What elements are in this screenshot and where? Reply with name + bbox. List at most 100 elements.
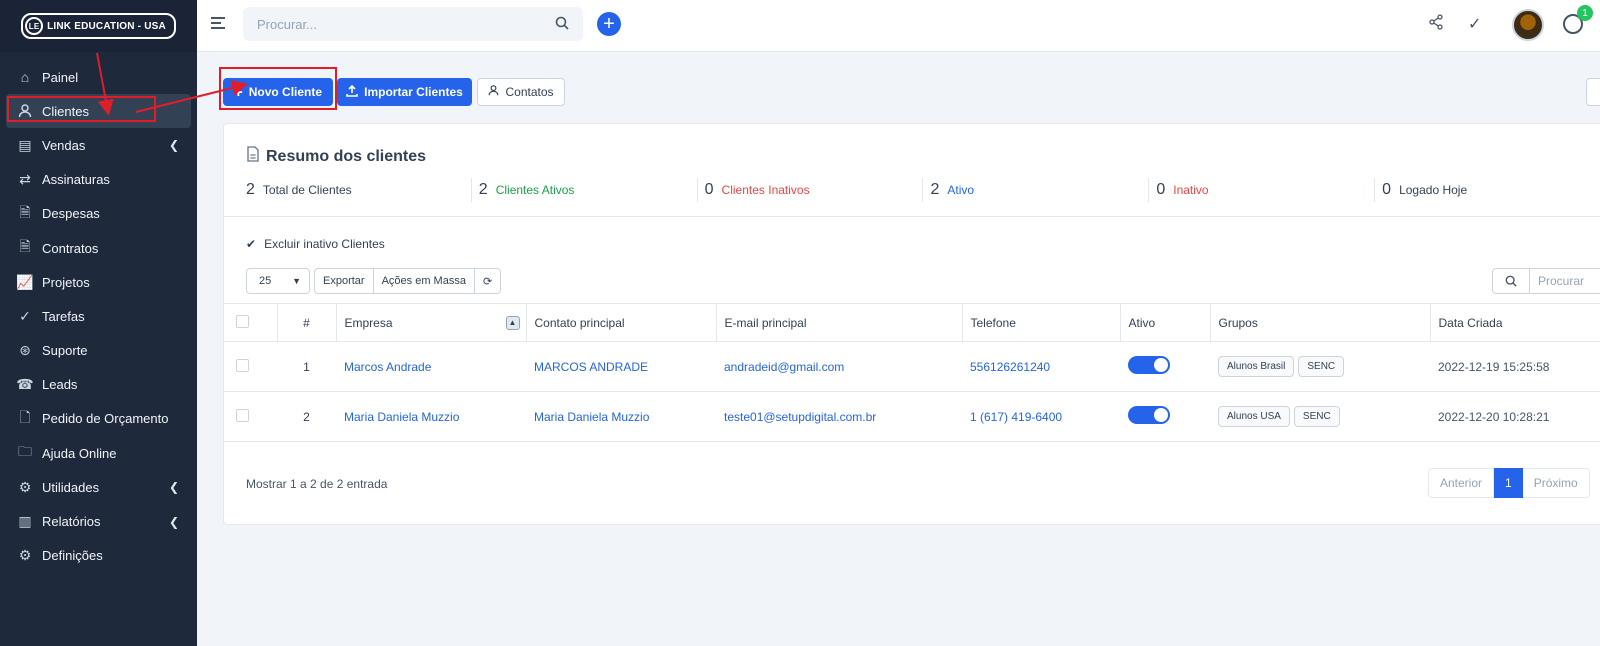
page-1-button[interactable]: 1 bbox=[1494, 468, 1523, 498]
sidebar-item-projetos[interactable]: 📈 Projetos bbox=[0, 265, 197, 299]
check-icon: ✔ bbox=[246, 237, 257, 251]
contact-link[interactable]: MARCOS ANDRADE bbox=[534, 360, 648, 374]
stat-value: 0 bbox=[1156, 181, 1166, 198]
entries-info: Mostrar 1 a 2 de 2 entrada bbox=[246, 477, 388, 491]
sidebar-item-utilidades[interactable]: ⚙ Utilidades ❮ bbox=[0, 470, 197, 504]
repeat-icon: ⇄ bbox=[19, 171, 31, 188]
global-search-input[interactable] bbox=[257, 16, 555, 32]
row-checkbox[interactable] bbox=[236, 408, 249, 422]
search-icon[interactable] bbox=[1492, 268, 1530, 294]
stat-label: Inativo bbox=[1173, 183, 1209, 197]
sidebar-item-relatorios[interactable]: ▥ Relatórios ❮ bbox=[0, 504, 197, 538]
filter-dropdown-button[interactable] bbox=[1586, 78, 1600, 106]
col-email[interactable]: E-mail principal bbox=[716, 303, 963, 342]
export-button[interactable]: Exportar bbox=[314, 268, 374, 294]
page-size-value: 25 bbox=[259, 275, 272, 287]
bulk-actions-button[interactable]: Ações em Massa bbox=[373, 268, 475, 294]
contacts-button[interactable]: Contatos bbox=[477, 78, 565, 106]
import-clients-button[interactable]: Importar Clientes bbox=[337, 78, 472, 106]
col-contact[interactable]: Contato principal bbox=[526, 303, 717, 342]
stat-active-clients: 2 Clientes Ativos bbox=[472, 178, 698, 202]
sidebar-item-leads[interactable]: ☎ Leads bbox=[0, 368, 197, 402]
table-search-input[interactable] bbox=[1530, 268, 1600, 294]
receipt-icon: ▤ bbox=[18, 136, 32, 153]
sort-asc-icon[interactable]: ▲ bbox=[505, 315, 520, 330]
email-link[interactable]: teste01@setupdigital.com.br bbox=[724, 410, 876, 424]
table-search bbox=[1492, 268, 1600, 294]
sidebar-item-label: Despesas bbox=[42, 206, 100, 222]
phone-link[interactable]: 556126261240 bbox=[970, 360, 1050, 374]
gear-icon: ⚙ bbox=[18, 547, 32, 564]
col-company-label: Empresa bbox=[344, 315, 393, 330]
prev-page-button[interactable]: Anterior bbox=[1428, 468, 1495, 498]
refresh-button[interactable]: ⟳ bbox=[474, 268, 502, 294]
sidebar-item-label: Leads bbox=[42, 377, 78, 393]
chevron-left-icon: ❮ bbox=[168, 480, 179, 495]
select-all-checkbox-cell[interactable] bbox=[224, 303, 278, 342]
notification-badge: 1 bbox=[1577, 5, 1593, 21]
search-icon[interactable] bbox=[555, 16, 569, 33]
col-phone[interactable]: Telefone bbox=[962, 303, 1121, 342]
company-link[interactable]: Maria Daniela Muzzio bbox=[344, 410, 459, 424]
chevron-left-icon: ❮ bbox=[168, 138, 179, 153]
row-checkbox-cell[interactable] bbox=[224, 341, 277, 392]
logo[interactable]: LE LINK EDUCATION - USA bbox=[21, 13, 176, 39]
stat-value: 2 bbox=[478, 181, 488, 198]
next-page-button[interactable]: Próximo bbox=[1522, 468, 1590, 498]
sidebar-item-pedido-de-orcamento[interactable]: 🗋 Pedido de Orçamento bbox=[0, 402, 197, 436]
quick-create-button[interactable]: + bbox=[597, 12, 621, 36]
logo-text: LINK EDUCATION - USA bbox=[47, 20, 166, 32]
avatar[interactable] bbox=[1512, 9, 1544, 41]
col-active[interactable]: Ativo bbox=[1120, 303, 1211, 342]
annotation-highlight-clientes bbox=[7, 96, 156, 122]
sidebar-item-label: Projetos bbox=[42, 274, 90, 290]
contact-link[interactable]: Maria Daniela Muzzio bbox=[534, 410, 649, 424]
exclude-inactive-label: Excluir inativo Clientes bbox=[264, 237, 385, 251]
sidebar-item-definicoes[interactable]: ⚙ Definições bbox=[0, 539, 197, 573]
sidebar-item-suporte[interactable]: ⊛ Suporte bbox=[0, 334, 197, 368]
select-all-checkbox[interactable] bbox=[236, 314, 249, 328]
col-created[interactable]: Data Criada bbox=[1430, 303, 1600, 342]
sidebar-item-label: Tarefas bbox=[42, 308, 85, 324]
col-groups[interactable]: Grupos bbox=[1210, 303, 1431, 342]
sidebar-item-despesas[interactable]: 🗎 Despesas bbox=[0, 197, 197, 231]
col-id[interactable]: # bbox=[277, 303, 337, 342]
summary-title-text: Resumo dos clientes bbox=[266, 147, 427, 165]
sidebar-item-tarefas[interactable]: ✓ Tarefas bbox=[0, 299, 197, 333]
row-checkbox-cell[interactable] bbox=[224, 391, 277, 442]
group-tag: Alunos USA bbox=[1218, 406, 1290, 427]
group-tag: Alunos Brasil bbox=[1218, 356, 1295, 377]
row-phone: 556126261240 bbox=[962, 341, 1120, 392]
global-search bbox=[243, 7, 583, 41]
phone-link[interactable]: 1 (617) 419-6400 bbox=[970, 410, 1062, 424]
row-contact: Maria Daniela Muzzio bbox=[526, 391, 716, 442]
row-company: Marcos Andrade bbox=[336, 341, 526, 392]
user-icon bbox=[488, 85, 499, 99]
exclude-inactive-checkbox[interactable]: ✔ Excluir inativo Clientes bbox=[246, 237, 385, 251]
active-toggle[interactable] bbox=[1128, 406, 1170, 424]
document-icon bbox=[246, 146, 260, 167]
col-company[interactable]: Empresa ▲ bbox=[336, 303, 527, 342]
check-icon[interactable]: ✓ bbox=[1468, 14, 1481, 34]
chart-icon: 📈 bbox=[16, 273, 34, 290]
sidebar-item-vendas[interactable]: ▤ Vendas ❮ bbox=[0, 128, 197, 162]
sidebar-item-label: Suporte bbox=[42, 343, 88, 359]
bar-chart-icon: ▥ bbox=[18, 513, 32, 530]
sidebar-item-assinaturas[interactable]: ⇄ Assinaturas bbox=[0, 163, 197, 197]
row-checkbox[interactable] bbox=[236, 358, 249, 372]
page-size-select[interactable]: 25 ▼ bbox=[246, 268, 310, 294]
sidebar-item-ajuda-online[interactable]: 🗀 Ajuda Online bbox=[0, 436, 197, 470]
share-icon[interactable] bbox=[1428, 14, 1444, 35]
sidebar-item-painel[interactable]: ⌂ Painel bbox=[0, 60, 197, 94]
row-id: 2 bbox=[277, 391, 336, 442]
summary-title: Resumo dos clientes bbox=[246, 146, 426, 167]
company-link[interactable]: Marcos Andrade bbox=[344, 360, 431, 374]
sidebar-item-contratos[interactable]: 🗎 Contratos bbox=[0, 231, 197, 265]
sidebar-item-label: Pedido de Orçamento bbox=[42, 411, 169, 427]
stat-label: Clientes Inativos bbox=[721, 183, 810, 197]
hamburger-icon[interactable] bbox=[211, 17, 225, 32]
sidebar-item-label: Utilidades bbox=[42, 479, 100, 495]
active-toggle[interactable] bbox=[1128, 356, 1170, 374]
email-link[interactable]: andradeid@gmail.com bbox=[724, 360, 844, 374]
clients-card: Resumo dos clientes 2 Total de Clientes 2… bbox=[223, 123, 1600, 525]
